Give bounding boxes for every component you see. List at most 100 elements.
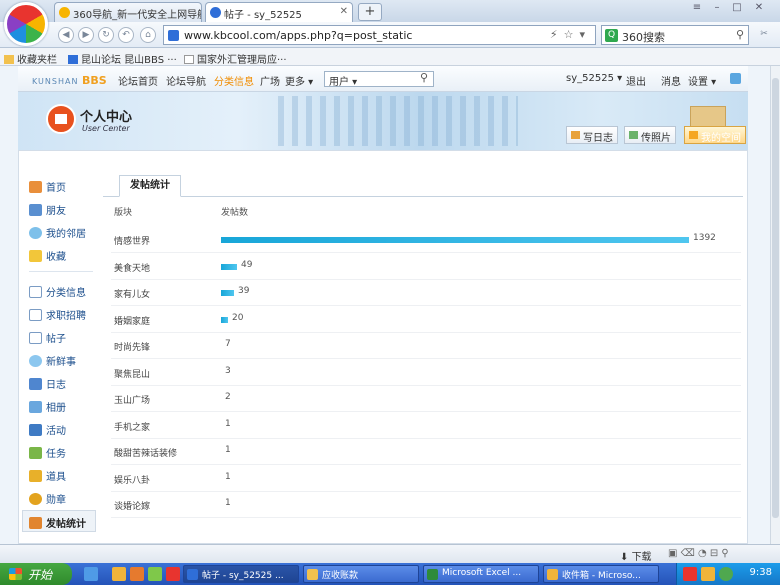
nav-more[interactable]: 更多 ▾ xyxy=(285,73,313,88)
sidebar-item-home[interactable]: 首页 xyxy=(29,179,97,197)
forward-icon[interactable]: ▶ xyxy=(78,27,94,43)
download-button[interactable]: ⬇ 下载 xyxy=(620,548,652,563)
taskbar-window-browser[interactable]: 帖子 - sy_52525 ... xyxy=(183,565,299,583)
sidebar-item-friends[interactable]: 朋友 xyxy=(29,202,97,220)
post-count: 7 xyxy=(225,339,231,349)
start-button[interactable]: 开始 xyxy=(0,563,72,585)
quicklaunch-icon[interactable] xyxy=(148,567,162,581)
stats-icon xyxy=(29,517,42,529)
post-count: 1 xyxy=(225,418,231,429)
address-actions[interactable]: ⚡☆▾ xyxy=(550,28,591,41)
tab-post-stats[interactable]: 发帖统计 xyxy=(119,175,181,197)
page-scrollbar[interactable] xyxy=(770,66,780,544)
write-blog-button[interactable]: 写日志 xyxy=(566,126,618,144)
browser-tab-posts[interactable]: 帖子 - sy_52525 ✕ xyxy=(205,2,353,22)
sidebar-item-tasks[interactable]: 任务 xyxy=(29,445,97,463)
taskbar-window-folder[interactable]: 应收账款 xyxy=(303,565,419,583)
forum-name[interactable]: 美食天地 xyxy=(114,261,150,274)
forum-name[interactable]: 婚姻家庭 xyxy=(114,314,150,327)
forum-name[interactable]: 酸甜苦辣话装修 xyxy=(114,446,177,459)
messages-link[interactable]: 消息 xyxy=(661,73,681,88)
sidebar-item-medals[interactable]: 勋章 xyxy=(29,491,97,509)
nav-plaza[interactable]: 广场 xyxy=(260,73,280,88)
minimize-icon[interactable]: – xyxy=(708,2,726,16)
nav-forum-home[interactable]: 论坛首页 xyxy=(118,73,158,88)
home-icon[interactable]: ⌂ xyxy=(140,27,156,43)
sidebar-item-news[interactable]: 新鲜事 xyxy=(29,353,97,371)
post-count: 1 xyxy=(225,445,231,455)
sidebar-item-events[interactable]: 活动 xyxy=(29,422,97,440)
status-tools[interactable]: ▣ ⌫ ◔ ⊟ ⚲ xyxy=(668,548,729,559)
quicklaunch-icon[interactable] xyxy=(166,567,180,581)
username-menu[interactable]: sy_52525 ▾ xyxy=(566,73,622,84)
forum-name[interactable]: 时尚先锋 xyxy=(114,340,150,353)
post-count: 3 xyxy=(225,365,231,376)
address-bar[interactable]: www.kbcool.com/apps.php?q=post_static ⚡☆… xyxy=(163,25,596,45)
bookmark-kunshan-bbs[interactable]: 昆山论坛 昆山BBS ··· xyxy=(68,51,177,66)
360-favicon-icon xyxy=(59,7,70,18)
pencil-icon xyxy=(571,131,580,139)
forum-name[interactable]: 手机之家 xyxy=(114,420,150,433)
taskbar-window-excel[interactable]: Microsoft Excel ... xyxy=(423,565,539,583)
360-browser-logo-icon[interactable] xyxy=(4,2,48,46)
sidebar-item-posts[interactable]: 帖子 xyxy=(29,330,97,348)
forum-name[interactable]: 家有儿女 xyxy=(114,287,150,300)
medal-icon xyxy=(29,493,42,505)
nav-forum-guide[interactable]: 论坛导航 xyxy=(166,73,206,88)
close-icon[interactable]: ✕ xyxy=(340,6,348,17)
settings-link[interactable]: 设置 ▾ xyxy=(688,73,716,88)
site-search-icon[interactable]: ⚲ xyxy=(414,71,434,87)
table-row: 玉山广场 2 xyxy=(111,386,741,412)
app-icon[interactable] xyxy=(730,73,741,84)
maximize-icon[interactable]: □ xyxy=(728,2,746,16)
bookmark-favorites[interactable]: 收藏夹栏 xyxy=(4,51,57,66)
sidebar-item-album[interactable]: 相册 xyxy=(29,399,97,417)
sidebar-item-blog[interactable]: 日志 xyxy=(29,376,97,394)
window-close-icon[interactable]: ✕ xyxy=(750,2,768,16)
forum-name[interactable]: 聚焦昆山 xyxy=(114,367,150,380)
post-count-bar xyxy=(221,263,237,270)
new-tab-button[interactable]: + xyxy=(358,3,382,21)
sidebar-item-props[interactable]: 道具 xyxy=(29,468,97,486)
forum-name[interactable]: 情感世界 xyxy=(114,234,150,247)
tools-icon[interactable]: ✂ xyxy=(756,27,772,43)
forum-name[interactable]: 谈婚论嫁 xyxy=(114,499,150,512)
upload-photo-button[interactable]: 传照片 xyxy=(624,126,676,144)
bookmark-safe[interactable]: 国家外汇管理局应··· xyxy=(184,51,287,66)
tray-icon[interactable] xyxy=(683,567,697,581)
site-logo[interactable]: KUNSHAN BBS xyxy=(32,74,107,87)
taskbar-window-outlook[interactable]: 收件箱 - Microso... xyxy=(543,565,659,583)
user-center-banner: 个人中心 User Center 写日志 传照片 我的空间 xyxy=(18,92,748,150)
table-row: 时尚先锋 7 xyxy=(111,333,741,359)
search-input[interactable]: 360搜索 xyxy=(622,29,665,45)
search-icon[interactable]: ⚲ xyxy=(736,28,744,41)
tray-icon[interactable] xyxy=(719,567,733,581)
scrollbar-thumb[interactable] xyxy=(772,78,779,518)
sidebar-item-neighbors[interactable]: 我的邻居 xyxy=(29,225,97,243)
quicklaunch-icon[interactable] xyxy=(84,567,98,581)
logout-link[interactable]: 退出 xyxy=(626,73,646,88)
my-space-button[interactable]: 我的空间 xyxy=(684,126,746,144)
sidebar-item-favorites[interactable]: 收藏 xyxy=(29,248,97,266)
quicklaunch-icon[interactable] xyxy=(130,567,144,581)
nav-classifieds[interactable]: 分类信息 xyxy=(214,73,254,88)
sidebar-item-post-stats[interactable]: 发帖统计 xyxy=(22,510,96,532)
blog-icon xyxy=(29,378,42,390)
quicklaunch-icon[interactable] xyxy=(112,567,126,581)
browser-tab-strip: 360导航_新一代安全上网导航 帖子 - sy_52525 ✕ + ≡ – □ … xyxy=(0,0,780,22)
sidebar-item-classifieds[interactable]: 分类信息 xyxy=(29,284,97,302)
back-icon[interactable]: ◀ xyxy=(58,27,74,43)
forum-name[interactable]: 娱乐八卦 xyxy=(114,473,150,486)
page-title: 个人中心 xyxy=(80,110,133,125)
refresh-icon[interactable]: ↻ xyxy=(98,27,114,43)
sidebar-item-jobs[interactable]: 求职招聘 xyxy=(29,307,97,325)
search-box[interactable]: Q 360搜索 ⚲ xyxy=(601,25,749,45)
forum-name[interactable]: 玉山广场 xyxy=(114,393,150,406)
tray-icon[interactable] xyxy=(701,567,715,581)
menu-icon[interactable]: ≡ xyxy=(688,2,706,16)
undo-close-icon[interactable]: ↶ xyxy=(118,27,134,43)
browser-tab-360nav[interactable]: 360导航_新一代安全上网导航 xyxy=(54,2,202,22)
browser-icon xyxy=(187,569,198,580)
table-row: 娱乐八卦 1 xyxy=(111,466,741,492)
address-url[interactable]: www.kbcool.com/apps.php?q=post_static xyxy=(184,29,412,42)
